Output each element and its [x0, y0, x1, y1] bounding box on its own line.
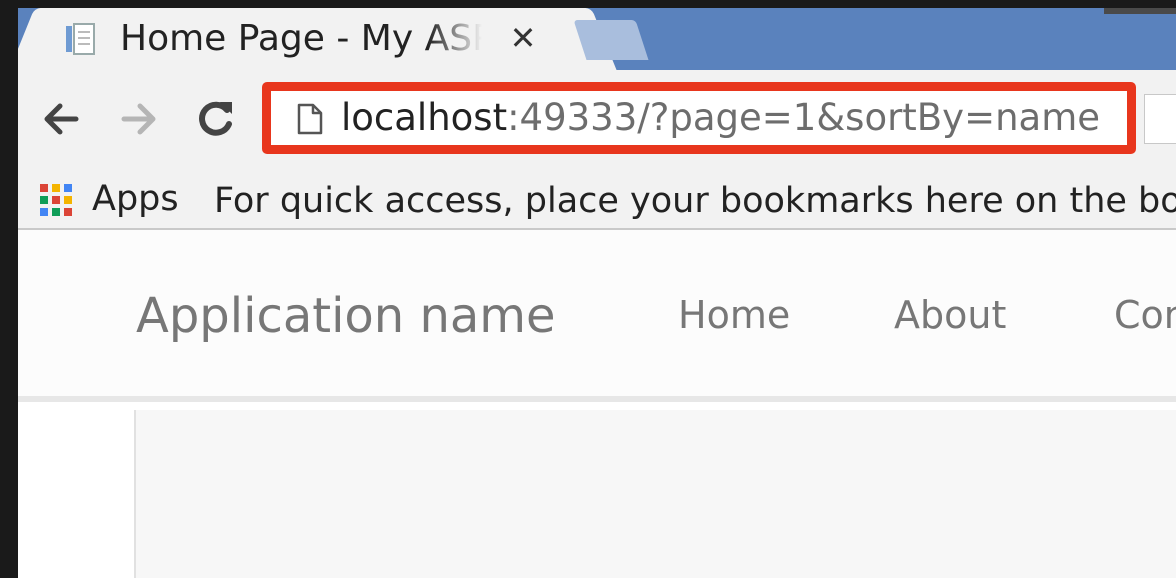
arrow-left-icon[interactable]	[36, 94, 86, 144]
reload-icon[interactable]	[190, 94, 240, 144]
url-path: :49333/?page=1&sortBy=name	[507, 96, 1101, 139]
url-text[interactable]: localhost:49333/?page=1&sortBy=name	[341, 95, 1100, 141]
content-panel	[134, 410, 1176, 578]
tab-close-icon[interactable]: ✕	[508, 18, 538, 58]
brand-link[interactable]: Application name	[136, 288, 556, 344]
screen: Home Page - My ASP.NET Application ✕ l	[0, 0, 1176, 578]
browser-window: Home Page - My ASP.NET Application ✕ l	[18, 8, 1176, 578]
address-bar[interactable]: localhost:49333/?page=1&sortBy=name	[262, 82, 1136, 154]
browser-toolbar: localhost:49333/?page=1&sortBy=name	[18, 70, 1176, 172]
address-bar-extension	[1144, 94, 1176, 144]
bookmarks-bar: Apps For quick access, place your bookma…	[18, 172, 1176, 230]
url-host: localhost	[341, 96, 508, 139]
page-body	[18, 402, 1176, 578]
nav-contact-link[interactable]: Contact	[1114, 292, 1176, 338]
nav-home-link[interactable]: Home	[678, 292, 790, 338]
new-tab-button[interactable]	[573, 20, 649, 60]
site-navbar: Application name Home About Contact	[18, 230, 1176, 402]
page-viewport: Application name Home About Contact	[18, 230, 1176, 578]
apps-grid-icon[interactable]	[38, 182, 74, 218]
nav-about-link[interactable]: About	[894, 292, 1006, 338]
page-icon	[297, 103, 323, 135]
arrow-right-icon[interactable]	[114, 94, 164, 144]
window-frame-corner	[1104, 8, 1176, 14]
apps-link[interactable]: Apps	[92, 178, 179, 220]
tab-title: Home Page - My ASP.NET Application	[120, 18, 482, 59]
tab-strip: Home Page - My ASP.NET Application ✕	[18, 8, 1176, 70]
bookmarks-hint: For quick access, place your bookmarks h…	[214, 181, 1176, 221]
page-favicon-icon	[66, 23, 95, 55]
